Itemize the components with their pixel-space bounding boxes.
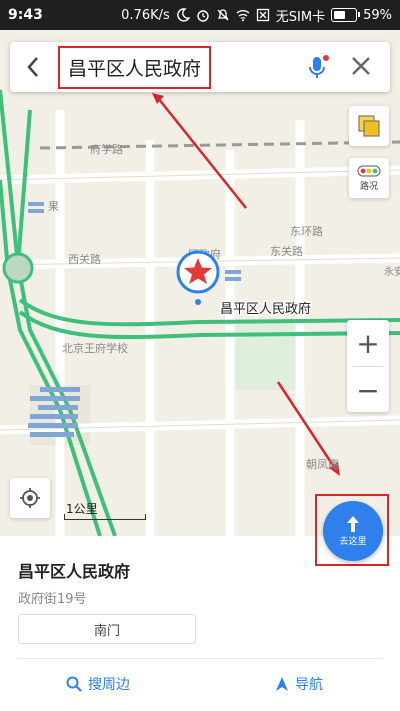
navigate-label: 导航 <box>295 677 323 693</box>
map-poi-label: 昌平区人民政府 <box>220 302 311 317</box>
search-nearby-button[interactable]: 搜周边 <box>66 674 130 694</box>
search-nearby-label: 搜周边 <box>88 677 130 693</box>
layers-icon <box>358 115 380 137</box>
map-label-small-1: 果 <box>48 200 59 213</box>
search-bar[interactable]: 昌平区人民政府 <box>10 42 390 92</box>
traffic-button[interactable]: 路况 <box>349 158 389 198</box>
locate-icon <box>20 488 40 508</box>
route-arrow-icon <box>347 516 359 532</box>
map-label-south: 朝凤庵 <box>306 457 339 471</box>
map-label-left: 北京王府学校 <box>62 341 128 355</box>
no-sim-icon <box>256 8 269 22</box>
battery-icon <box>331 8 361 22</box>
traffic-light-icon <box>357 164 381 177</box>
map-view[interactable]: 府学路 果 东环路 西关路 东关路 区政府 北京王府学校 朝凤庵 永安路 昌平区… <box>0 30 400 536</box>
alarm-icon <box>197 10 209 22</box>
zoom-in-button[interactable]: + <box>347 320 389 366</box>
route-button-highlight: 去这里 <box>315 494 389 566</box>
zoom-out-button[interactable]: − <box>347 367 389 413</box>
map-canvas: 府学路 果 东环路 西关路 东关路 区政府 北京王府学校 朝凤庵 永安路 昌平区… <box>0 89 400 536</box>
search-icon <box>66 676 82 692</box>
mute-bell-icon <box>217 9 229 21</box>
status-right: 0.76K/s 无SIM卡 59% <box>121 6 392 25</box>
search-query-highlight[interactable]: 昌平区人民政府 <box>58 45 212 89</box>
locate-button[interactable] <box>10 478 50 518</box>
back-button[interactable] <box>10 42 56 92</box>
place-name: 昌平区人民政府 <box>18 562 131 581</box>
place-address: 政府街19号 <box>18 592 87 607</box>
gate-chip-south[interactable]: 南门 <box>18 614 196 644</box>
network-speed: 0.76K/s <box>121 7 170 23</box>
navigate-arrow-icon <box>276 677 288 691</box>
go-here-label: 去这里 <box>339 537 367 547</box>
search-query-text: 昌平区人民政府 <box>68 57 202 80</box>
map-label-east-road: 东关路 <box>270 244 303 258</box>
map-label-north-road: 府学路 <box>90 142 123 156</box>
map-scale-bar <box>64 514 146 520</box>
sheet-divider <box>18 658 382 659</box>
navigate-button[interactable]: 导航 <box>275 674 323 694</box>
moon-icon <box>176 8 190 22</box>
map-label-right-edge: 永安路 <box>384 265 400 278</box>
sim-status: 无SIM卡 <box>275 9 326 25</box>
status-bar: 9:43 0.76K/s 无SIM卡 59% <box>0 0 400 30</box>
microphone-icon[interactable] <box>304 54 330 80</box>
map-label-east-street: 东环路 <box>290 225 323 238</box>
zoom-controls: + − <box>347 320 389 412</box>
battery-percent: 59% <box>363 7 392 23</box>
layers-button[interactable] <box>349 106 389 146</box>
status-time: 9:43 <box>8 7 43 23</box>
map-label-west-road: 西关路 <box>68 252 101 266</box>
chevron-left-icon <box>27 57 38 77</box>
wifi-icon <box>236 10 250 22</box>
go-here-button[interactable]: 去这里 <box>323 501 383 561</box>
close-icon[interactable] <box>350 55 372 77</box>
traffic-label: 路况 <box>359 181 378 192</box>
red-star-marker-icon[interactable] <box>176 250 220 305</box>
